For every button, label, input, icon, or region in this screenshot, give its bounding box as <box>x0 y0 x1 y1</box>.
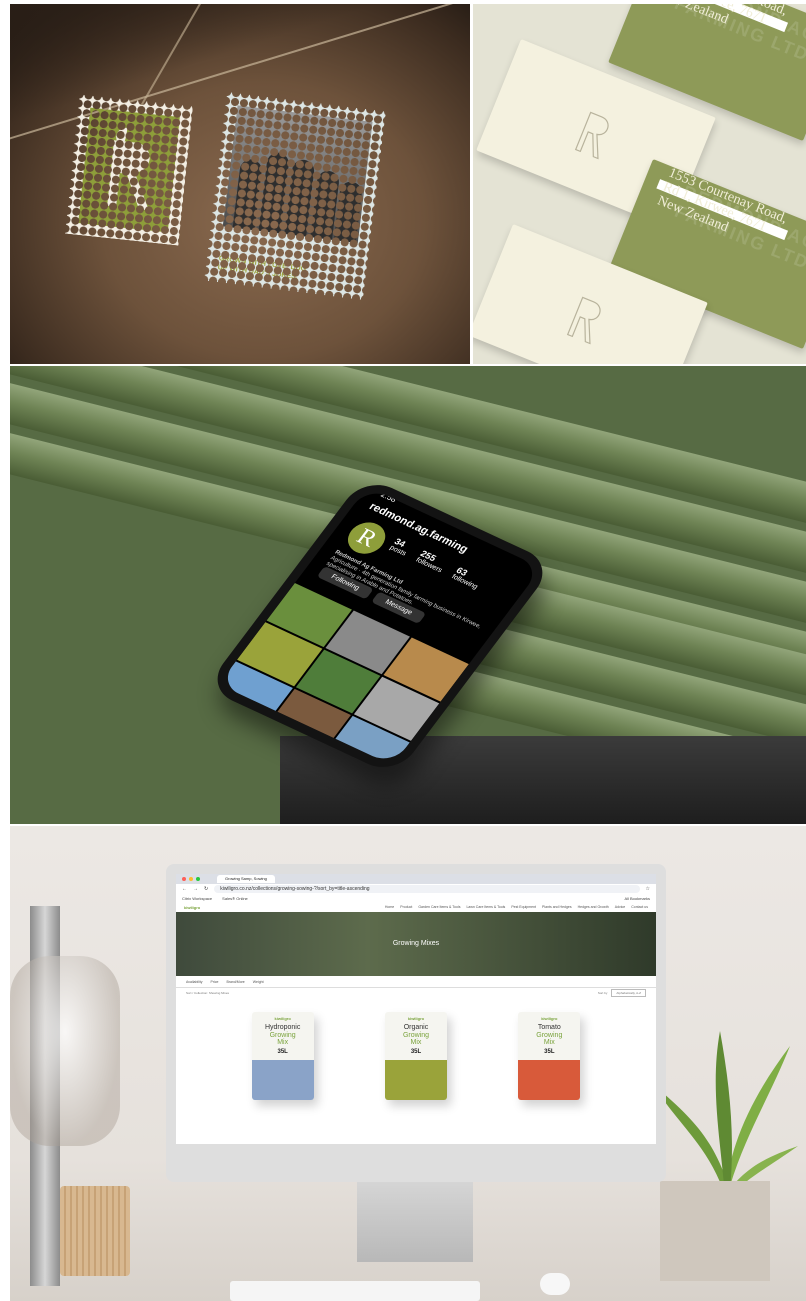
monitor-stand <box>357 1182 473 1262</box>
nav-item[interactable]: Product <box>400 905 412 909</box>
filter-bar: Availability Price Brand/More Weight <box>176 976 656 988</box>
product-name: Tomato <box>537 1024 561 1031</box>
glass-lamp <box>10 956 120 1146</box>
mouse <box>540 1273 570 1295</box>
bookmark-item[interactable]: Citrix Workspace <box>182 896 212 901</box>
product-name: Mix <box>277 1039 289 1046</box>
product-name: Growing <box>402 1032 430 1039</box>
status-time: 2:58 <box>378 490 399 505</box>
hero-title: Growing Mixes <box>392 940 440 947</box>
photo-box-stamps: GROWN WITH LOVE, DUG UP WITH DAD'S JOKES… <box>10 4 470 364</box>
product-size: 35L <box>544 1049 555 1055</box>
bookmarks-bar: Citrix Workspace Sales® Online All Bookm… <box>176 894 656 902</box>
filter-weight[interactable]: Weight <box>253 980 264 984</box>
product-band <box>384 1060 447 1100</box>
sort-select[interactable]: Alphabetically, A-Z <box>611 989 646 997</box>
site-logo[interactable]: kiwiligro <box>184 905 200 910</box>
address-bar: ← → ↻ kiwiligro.co.nz/collections/growin… <box>176 884 656 894</box>
monitor: Growing Samp, Sowing ← → ↻ kiwiligro.co.… <box>166 864 666 1182</box>
plant-icon <box>655 1031 798 1196</box>
sort-control: Sort by Alphabetically, A-Z <box>598 989 646 997</box>
product-card[interactable]: kiwiligro Tomato Growing Mix 35L <box>518 1012 581 1100</box>
product-name: Hydroponic <box>264 1024 301 1031</box>
product-name: Organic <box>403 1024 429 1031</box>
family-photo <box>222 105 373 243</box>
results-text: Sort / Collection: Showing Mixes <box>186 991 230 995</box>
product-brand: kiwiligro <box>274 1016 291 1021</box>
photo-phone-instagram: 2:58 redmond.ag.farming R 34 posts 255 fol… <box>10 366 806 824</box>
product-name: Growing <box>536 1032 563 1039</box>
browser-tab[interactable]: Growing Samp, Sowing <box>217 875 275 883</box>
url-field[interactable]: kiwiligro.co.nz/collections/growing-sowi… <box>214 885 640 893</box>
filter-brand[interactable]: Brand/More <box>226 980 244 984</box>
close-window-icon[interactable] <box>182 877 186 881</box>
nav-item[interactable]: Home <box>385 905 394 909</box>
star-icon[interactable]: ☆ <box>646 886 650 892</box>
product-name: Mix <box>410 1039 422 1046</box>
logo-stamp <box>64 94 194 246</box>
all-bookmarks[interactable]: All Bookmarks <box>624 896 650 901</box>
product-size: 35L <box>410 1049 422 1055</box>
photo-stamp: GROWN WITH LOVE, DUG UP WITH DAD'S JOKES… <box>204 91 386 301</box>
nav-item[interactable]: Pest Equipment <box>511 905 536 909</box>
back-icon[interactable]: ← <box>182 886 187 892</box>
sort-row: Sort / Collection: Showing Mixes Sort by… <box>176 988 656 998</box>
stamp-caption: GROWN WITH LOVE, DUG UP WITH DAD'S JOKES… <box>217 255 307 281</box>
keyboard <box>230 1281 480 1301</box>
product-card[interactable]: kiwiligro Hydroponic Growing Mix 35L <box>251 1012 314 1100</box>
product-card[interactable]: kiwiligro Organic Growing Mix 35L <box>384 1012 447 1100</box>
sort-label: Sort by <box>597 991 608 995</box>
filter-price[interactable]: Price <box>210 980 218 984</box>
filter-availability[interactable]: Availability <box>186 980 202 984</box>
pencil-cup <box>60 1186 130 1276</box>
maximize-window-icon[interactable] <box>196 877 200 881</box>
nav-item[interactable]: Hedges and Growth <box>578 905 609 909</box>
nav-item[interactable]: Garden Care Items & Tools <box>418 905 460 909</box>
avatar: R <box>340 517 393 560</box>
product-brand: kiwiligro <box>541 1016 558 1021</box>
reload-icon[interactable]: ↻ <box>204 886 208 892</box>
nav-item[interactable]: Contact us <box>631 905 648 909</box>
nav-item[interactable]: Lawn Care Items & Tools <box>466 905 505 909</box>
product-name: Growing <box>269 1032 296 1039</box>
product-band <box>518 1060 581 1100</box>
nav-item[interactable]: Advice <box>615 905 626 909</box>
photo-business-cards: REDMOND AG FARMING LTD 1553 Courtenay Ro… <box>473 4 806 364</box>
plant-pot <box>660 1181 770 1281</box>
hero-banner: Growing Mixes <box>176 912 656 976</box>
photo-desk-monitor: Growing Samp, Sowing ← → ↻ kiwiligro.co.… <box>10 826 806 1301</box>
browser-window: Growing Samp, Sowing ← → ↻ kiwiligro.co.… <box>176 874 656 1144</box>
minimize-window-icon[interactable] <box>189 877 193 881</box>
card-address: 1553 Courtenay Road, Rd 1, Kirwee, 7671 … <box>655 165 789 241</box>
r-logo-icon <box>107 127 150 211</box>
r-logo-icon <box>566 296 601 345</box>
product-brand: kiwiligro <box>407 1016 425 1021</box>
product-grid: kiwiligro Hydroponic Growing Mix 35L kiw… <box>176 998 656 1100</box>
r-logo-icon <box>574 111 609 160</box>
bookmark-item[interactable]: Sales® Online <box>222 896 248 901</box>
product-band <box>251 1060 314 1100</box>
browser-tabbar: Growing Samp, Sowing <box>176 874 656 884</box>
nav-item[interactable]: Plants and Hedges <box>542 905 572 909</box>
forward-icon[interactable]: → <box>193 886 198 892</box>
product-name: Mix <box>543 1039 555 1046</box>
site-nav: kiwiligro Home Product Garden Care Items… <box>176 902 656 912</box>
product-size: 35L <box>277 1049 288 1055</box>
